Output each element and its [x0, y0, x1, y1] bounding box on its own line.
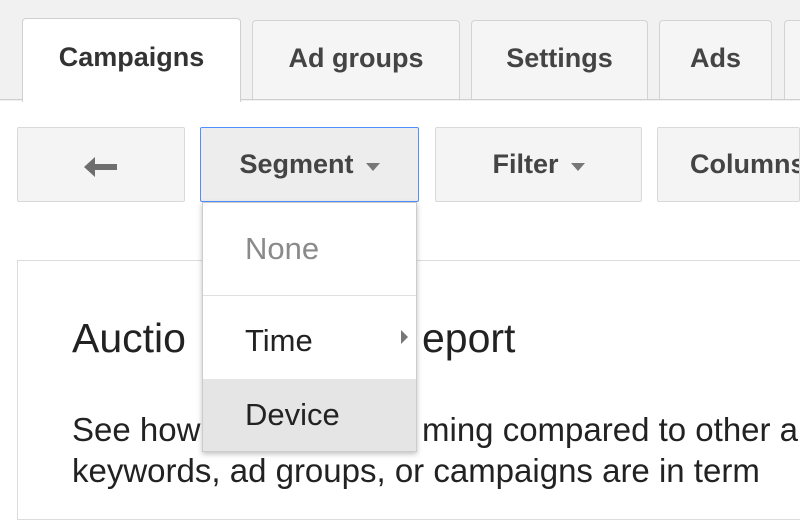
- description-line-1-start: See how: [72, 411, 201, 448]
- segment-button[interactable]: Segment: [200, 127, 419, 202]
- tab-settings[interactable]: Settings: [471, 20, 648, 99]
- segment-dropdown-menu: None Time Device: [202, 202, 417, 452]
- menu-item-none: None: [203, 203, 416, 295]
- back-button[interactable]: [17, 127, 185, 202]
- chevron-right-icon: [401, 330, 408, 344]
- tab-ad-groups[interactable]: Ad groups: [252, 20, 460, 99]
- segment-button-label: Segment: [239, 149, 354, 179]
- menu-item-device-label: Device: [245, 397, 340, 432]
- tab-campaigns-label: Campaigns: [58, 42, 205, 72]
- menu-item-time[interactable]: Time: [203, 296, 416, 378]
- report-title-start: Auctio: [72, 315, 186, 361]
- menu-item-none-label: None: [245, 231, 320, 266]
- menu-item-device[interactable]: Device: [203, 379, 416, 451]
- filter-button-label: Filter: [492, 149, 559, 179]
- menu-item-time-label: Time: [245, 323, 313, 358]
- tab-settings-label: Settings: [506, 42, 613, 73]
- filter-button[interactable]: Filter: [435, 127, 642, 202]
- columns-button-label: Columns: [690, 149, 800, 179]
- columns-button[interactable]: Columns: [657, 127, 800, 202]
- tab-ad-groups-label: Ad groups: [288, 42, 424, 73]
- tab-campaigns[interactable]: Campaigns: [22, 18, 241, 102]
- chevron-down-icon: [570, 162, 585, 171]
- tab-overflow[interactable]: [784, 20, 800, 99]
- description-line-2: keywords, ad groups, or campaigns are in…: [72, 452, 760, 489]
- tab-ads-label: Ads: [689, 42, 741, 73]
- chevron-down-icon: [365, 162, 380, 171]
- description-line-1-end: ming compared to other a: [422, 411, 799, 448]
- tab-ads[interactable]: Ads: [659, 20, 772, 99]
- report-title-end: eport: [422, 315, 516, 361]
- back-arrow-icon: [84, 156, 117, 177]
